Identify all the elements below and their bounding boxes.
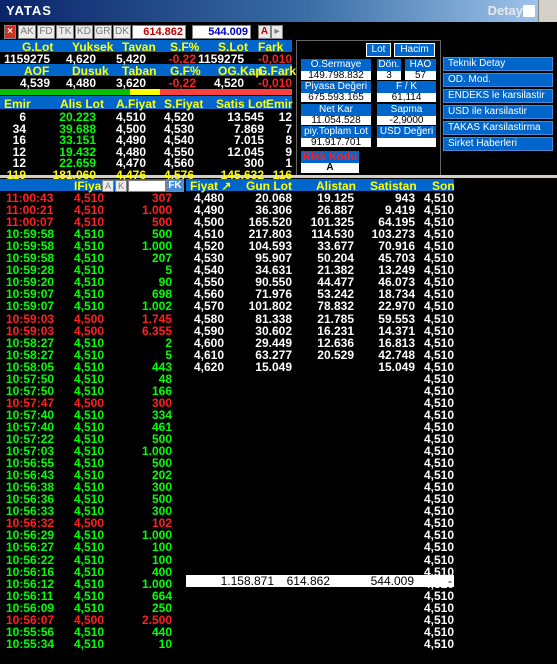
usd-degeri-label: USD Değeri: [377, 126, 436, 138]
side-menu-item[interactable]: Teknik Detay: [443, 57, 553, 71]
summary-value: -0,22: [168, 76, 196, 90]
price-total: 1.158.871: [220, 574, 274, 588]
trade-price: 4,510: [73, 636, 104, 651]
tab-gr[interactable]: GR: [94, 25, 112, 39]
hacim-button[interactable]: Hacim: [394, 43, 435, 57]
depth-header: Emir: [266, 97, 293, 111]
summary-value: -0,010: [257, 76, 292, 90]
summary-value: 3,620: [115, 76, 146, 90]
tab-tk[interactable]: TK: [56, 25, 74, 39]
depth-header: S.Fiyat: [164, 97, 204, 111]
title-bar[interactable]: YATAS Detay: [0, 0, 557, 22]
depth-header: Emir: [4, 97, 31, 111]
side-menu-item[interactable]: ENDEKS le karsilastir: [443, 89, 553, 103]
tab-fd[interactable]: FD: [37, 25, 55, 39]
depth-header: Satis Lot: [216, 97, 267, 111]
hao-label: HAO: [405, 59, 436, 71]
o-sermaye-label: O.Sermaye: [301, 59, 371, 71]
tab-ak[interactable]: AK: [18, 25, 36, 39]
lot-box-2: 544.009: [192, 25, 251, 39]
trade-time: 10:55:34: [6, 636, 55, 651]
tab-kd[interactable]: KD: [75, 25, 93, 39]
lot-box-1: 614.862: [132, 25, 186, 39]
depth-total: 119: [6, 168, 26, 182]
o-sermaye-value: 149.798.832: [301, 71, 371, 80]
son-price: 4,510: [423, 636, 454, 651]
arrow-icon[interactable]: ▸: [271, 25, 283, 39]
trade-lot: 10: [158, 636, 172, 651]
summary-value: 4,520: [213, 76, 244, 90]
scroll-handle[interactable]: [538, 0, 557, 22]
risk-kodu-value: A: [301, 163, 359, 173]
price-total: -: [448, 574, 452, 588]
stock-detail-window: YATAS Detay × AK FD TK KD GR DK 614.862 …: [0, 0, 557, 664]
side-menu-item[interactable]: TAKAS Karsilastirma: [443, 121, 553, 135]
net-kar-value: 11.054.528: [301, 116, 371, 125]
side-menu-item[interactable]: USD ile karsilastir: [443, 105, 553, 119]
piy-toplam-value: 91.917.701: [301, 138, 371, 147]
price-total: 544.009: [370, 574, 414, 588]
price-cell: 4,620: [193, 359, 224, 374]
piyasa-value: 675.593.165: [301, 93, 371, 102]
net-kar-label: Net Kar: [301, 104, 371, 116]
price-cell: 15.049: [378, 359, 415, 374]
depth-header: A.Fiyat: [116, 97, 157, 111]
usd-degeri-value: [377, 138, 436, 147]
summary-value: 4,480: [65, 76, 96, 90]
window-title: YATAS: [6, 3, 52, 18]
side-menu-item[interactable]: OD. Mod.: [443, 73, 553, 87]
sapma-value: -2,9000: [377, 116, 436, 125]
piy-toplam-label: piy.Toplam Lot: [301, 126, 371, 138]
detail-label: Detay: [487, 3, 523, 18]
sapma-label: Sapma: [377, 104, 436, 116]
close-x-icon[interactable]: ×: [4, 25, 16, 39]
close-icon[interactable]: [523, 5, 535, 17]
price-total: 614.862: [286, 574, 330, 588]
info-panel: Lot Hacim O.Sermaye 149.798.832 Dön. 3 H…: [296, 40, 441, 176]
fk-label: F / K: [377, 81, 436, 93]
price-cell: 20.529: [317, 347, 354, 362]
fk-value: 61,114: [377, 93, 436, 102]
hao-value: 57: [405, 71, 436, 80]
risk-kodu-label: Risk Kodu: [301, 151, 359, 163]
don-value: 3: [377, 71, 401, 80]
side-menu-item[interactable]: Sirket Haberleri: [443, 137, 553, 151]
piyasa-label: Piyasa Değeri: [301, 81, 371, 93]
tab-dk[interactable]: DK: [113, 25, 131, 39]
lot-button[interactable]: Lot: [366, 43, 391, 57]
price-cell: 15.049: [255, 359, 292, 374]
toolbar: × AK FD TK KD GR DK 614.862 544.009 A ▸: [4, 25, 552, 39]
don-label: Dön.: [377, 59, 401, 71]
summary-value: 4,539: [19, 76, 50, 90]
depth-header: Alis Lot: [60, 97, 104, 111]
a-button[interactable]: A: [258, 25, 271, 39]
